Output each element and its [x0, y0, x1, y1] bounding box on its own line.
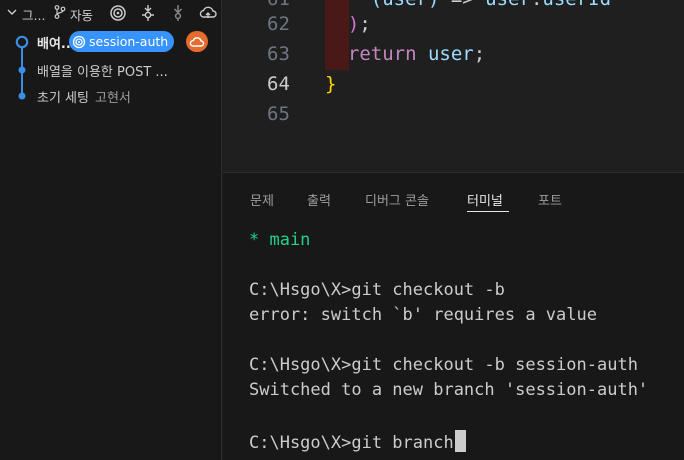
branch-badge-label: session-auth [89, 34, 169, 49]
target-icon[interactable] [108, 3, 128, 23]
graph-row[interactable]: 초기 세팅 고현서 [0, 85, 221, 107]
active-tab-indicator [467, 211, 509, 212]
cloud-icon [189, 36, 205, 47]
branch-icon [54, 5, 66, 19]
branch-badge[interactable]: session-auth [69, 31, 175, 52]
target-icon [72, 35, 86, 48]
commit-label-group: 초기 세팅 고현서 [37, 87, 131, 106]
commit-author: 고현서 [94, 91, 131, 106]
remote-branch-badge[interactable] [186, 31, 208, 52]
terminal-line: C:\Hsgo\X>git checkout -b [249, 280, 505, 300]
code-line: } [325, 73, 337, 95]
terminal-cursor [454, 430, 466, 452]
bottom-panel: 문제 출력 디버그 콘솔 터미널 포트 * main C:\Hsgo\X>git… [223, 172, 684, 460]
graph-title: 그... [22, 8, 46, 23]
line-number-active: 64 [267, 73, 290, 95]
source-control-graph-pane: 그... 자동 배여... session-auth 배열을 이용한 POST … [0, 0, 222, 460]
graph-row[interactable]: 배열을 이용한 POST ... [0, 59, 221, 81]
pane-footer [0, 452, 221, 460]
terminal-line: Switched to a new branch 'session-auth' [249, 380, 649, 400]
auto-filter-label[interactable]: 자동 [70, 5, 93, 24]
code-line: (user) => user.userId [325, 0, 611, 10]
current-commit-node-icon [15, 35, 29, 49]
tab-debug-console[interactable]: 디버그 콘솔 [365, 190, 429, 209]
line-number: 65 [267, 103, 290, 125]
push-cloud-icon[interactable] [198, 3, 218, 23]
commit-node-icon [18, 66, 26, 74]
line-number: 62 [267, 13, 290, 35]
line-number: 63 [267, 43, 290, 65]
terminal-prompt-line[interactable]: C:\Hsgo\X>git branch [249, 430, 466, 453]
commit-node-icon [18, 92, 26, 100]
code-line: ); [347, 13, 371, 35]
terminal-line: error: switch `b' requires a value [249, 305, 597, 325]
chevron-down-icon[interactable] [6, 6, 18, 18]
tab-terminal[interactable]: 터미널 [467, 190, 503, 209]
terminal-line: C:\Hsgo\X>git checkout -b session-auth [249, 355, 638, 375]
commit-label: 배열을 이용한 POST ... [37, 65, 168, 80]
pull-icon[interactable] [168, 3, 188, 23]
line-number: 61 [267, 0, 319, 10]
tab-ports[interactable]: 포트 [538, 190, 562, 209]
terminal-line: C:\Hsgo\X>git branch [249, 433, 454, 453]
tab-output[interactable]: 출력 [307, 190, 331, 209]
terminal-line: * main [249, 230, 311, 250]
fetch-icon[interactable] [138, 3, 158, 23]
code-line: return user; [347, 43, 486, 65]
graph-header[interactable]: 그... 자동 [0, 0, 221, 26]
code-editor[interactable]: 61 (user) => user.userId 62 ); 63 return… [223, 0, 684, 172]
tab-problems[interactable]: 문제 [250, 190, 274, 209]
commit-label: 초기 세팅 [37, 91, 89, 106]
